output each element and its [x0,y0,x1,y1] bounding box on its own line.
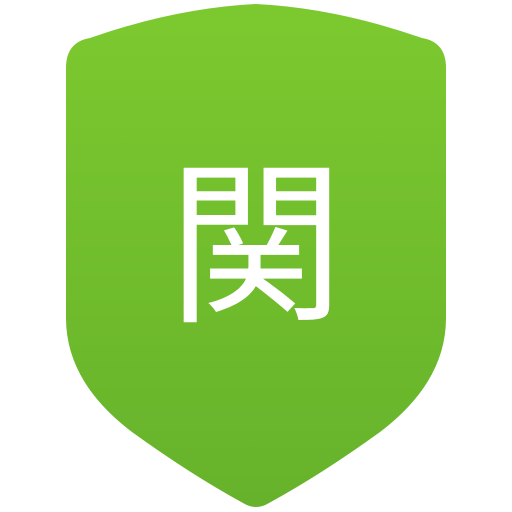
glyph-container: 関 [0,0,512,512]
kanji-glyph: 関 [167,145,344,350]
app-icon: 関 [0,0,512,512]
